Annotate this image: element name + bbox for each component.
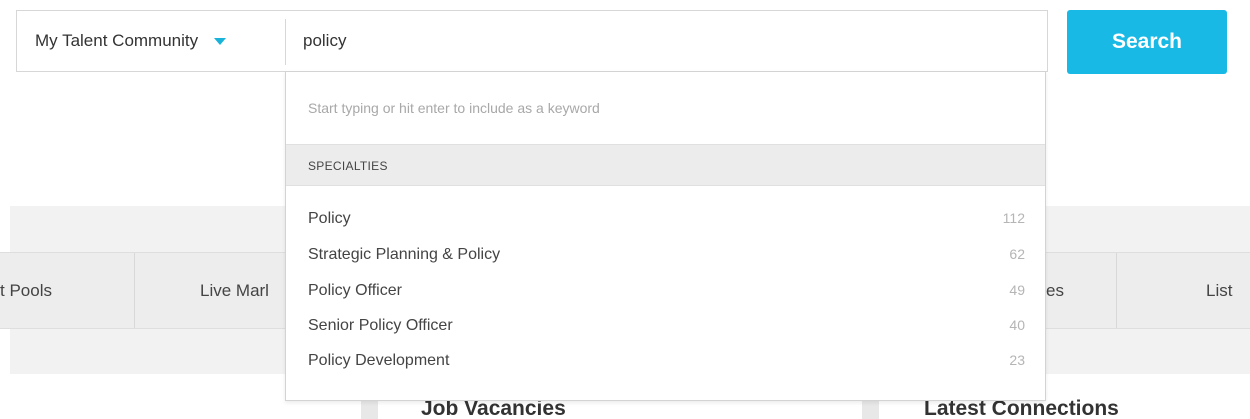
suggestion-label: Senior Policy Officer [308,317,453,334]
suggestion-item[interactable]: Policy Development 23 [286,345,1045,380]
tab-divider [134,253,135,328]
suggestion-item[interactable]: Policy 112 [286,203,1045,238]
tab-talent-pools[interactable]: t Pools [0,253,52,328]
suggestion-count: 49 [1009,282,1025,298]
tab-live-market[interactable]: Live Marl [200,253,269,328]
autocomplete-dropdown: Start typing or hit enter to include as … [285,71,1046,401]
suggestion-count: 40 [1009,317,1025,333]
tab-partial[interactable]: es [1046,253,1064,328]
search-box: My Talent Community [16,10,1048,72]
dropdown-hint: Start typing or hit enter to include as … [308,100,600,116]
suggestion-count: 23 [1009,352,1025,368]
suggestion-item[interactable]: Senior Policy Officer 40 [286,310,1045,345]
suggestion-count: 112 [1002,210,1025,226]
latest-connections-heading: Latest Connections [924,398,1119,419]
suggestion-item[interactable]: Policy Officer 49 [286,275,1045,310]
divider [285,19,286,65]
suggestion-label: Policy [308,210,351,227]
suggestion-label: Policy Officer [308,282,402,299]
scope-label: My Talent Community [35,31,199,50]
suggestion-count: 62 [1009,246,1025,262]
tab-lists[interactable]: List [1206,253,1232,328]
search-button[interactable]: Search [1067,10,1227,74]
scope-selector[interactable]: My Talent Community [17,11,285,71]
suggestion-item[interactable]: Strategic Planning & Policy 62 [286,239,1045,274]
tab-divider [1116,253,1117,328]
section-title: SPECIALTIES [308,159,388,173]
suggestion-label: Policy Development [308,352,450,369]
job-vacancies-heading: Job Vacancies [421,398,566,419]
search-input[interactable] [303,11,1023,71]
caret-down-icon [214,37,227,45]
suggestion-label: Strategic Planning & Policy [308,246,501,263]
section-header: SPECIALTIES [286,144,1045,186]
